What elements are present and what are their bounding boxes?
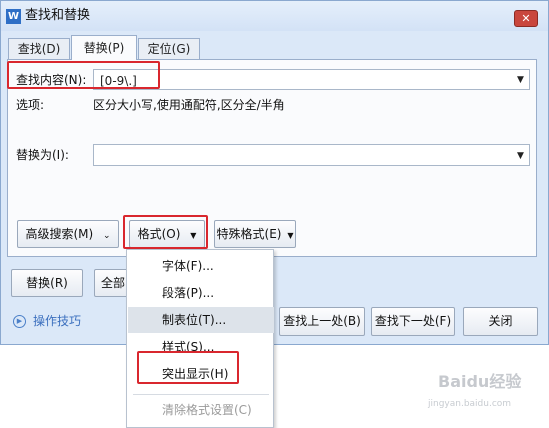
double-chevron-down-icon: ⌄ — [103, 231, 111, 241]
advanced-search-button[interactable]: 高级搜索(M) ⌄ — [17, 220, 119, 248]
menu-item-font[interactable]: 字体(F)... — [128, 253, 274, 279]
special-format-label: 特殊格式(E) — [216, 227, 282, 241]
menu-item-paragraph[interactable]: 段落(P)... — [128, 280, 274, 306]
advanced-search-label: 高级搜索(M) — [25, 227, 94, 241]
tab-replace[interactable]: 替换(P) — [71, 35, 137, 60]
tips-link[interactable]: 操作技巧 — [33, 313, 81, 329]
replace-with-label: 替换为(I): — [16, 148, 69, 162]
special-format-button[interactable]: 特殊格式(E) ▼ — [214, 220, 296, 248]
tab-find[interactable]: 查找(D) — [8, 38, 70, 59]
replace-with-combobox[interactable]: ▼ — [93, 144, 530, 166]
close-button[interactable]: 关闭 — [463, 307, 538, 336]
play-circle-icon[interactable]: ▶ — [13, 315, 26, 328]
watermark-url: jingyan.baidu.com — [428, 399, 512, 409]
options-label: 选项: — [16, 98, 45, 112]
menu-separator — [133, 394, 269, 395]
find-replace-dialog: W 查找和替换 ✕ 查找(D) 替换(P) 定位(G) 查找内容(N): [0-… — [0, 0, 549, 345]
replace-all-button[interactable]: 全部 — [94, 269, 130, 297]
watermark-text: Baidu经验 — [438, 372, 522, 391]
replace-button[interactable]: 替换(R) — [11, 269, 83, 297]
chevron-down-icon[interactable]: ▼ — [517, 151, 524, 161]
close-icon[interactable]: ✕ — [514, 10, 538, 27]
options-value: 区分大小写,使用通配符,区分全/半角 — [93, 98, 285, 112]
caret-down-icon: ▼ — [287, 231, 294, 240]
title-bar[interactable]: W 查找和替换 ✕ — [1, 1, 548, 31]
annotation-highlight-item — [137, 351, 239, 384]
menu-item-tabs[interactable]: 制表位(T)... — [128, 307, 274, 333]
menu-item-clear-formatting: 清除格式设置(C) — [162, 403, 252, 417]
annotation-find-highlight — [7, 61, 160, 89]
find-next-button[interactable]: 查找下一处(F) — [371, 307, 455, 336]
baidu-watermark: Baidu经验 jingyan.baidu.com — [420, 362, 540, 422]
format-dropdown-menu: 字体(F)... 段落(P)... 制表位(T)... 样式(S)... 突出显… — [126, 249, 274, 428]
annotation-format-highlight — [123, 215, 208, 249]
find-previous-button[interactable]: 查找上一处(B) — [279, 307, 365, 336]
tab-goto[interactable]: 定位(G) — [138, 38, 200, 59]
chevron-down-icon[interactable]: ▼ — [517, 75, 524, 85]
dialog-title: 查找和替换 — [25, 8, 91, 23]
wps-writer-icon: W — [6, 9, 21, 24]
